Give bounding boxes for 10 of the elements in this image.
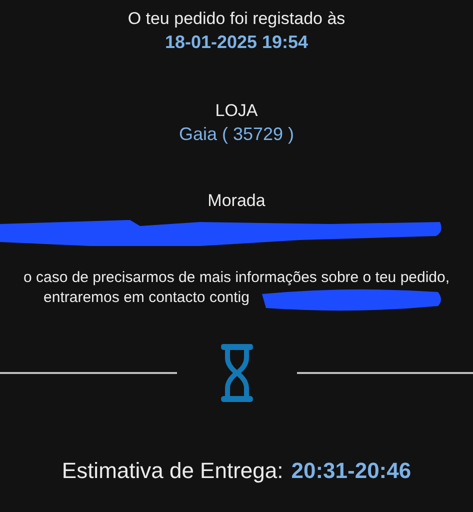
notice-text: entraremos em contacto contig — [44, 288, 250, 308]
order-datetime: 18-01-2025 19:54 — [164, 31, 308, 54]
hourglass-icon — [220, 344, 252, 402]
store-label: LOJA — [215, 100, 258, 122]
address-label: Morada — [208, 190, 266, 212]
store-name: Gaia ( 35729 ) — [178, 123, 294, 146]
notice-text: o caso de precisarmos de mais informações sobre o teu pedido, — [23, 268, 450, 288]
estimate-label: Estimativa de Entrega: — [62, 458, 284, 484]
estimate-time: 20:31-20:46 — [291, 458, 412, 484]
intro-text: O teu pedido foi registado às — [128, 8, 346, 30]
